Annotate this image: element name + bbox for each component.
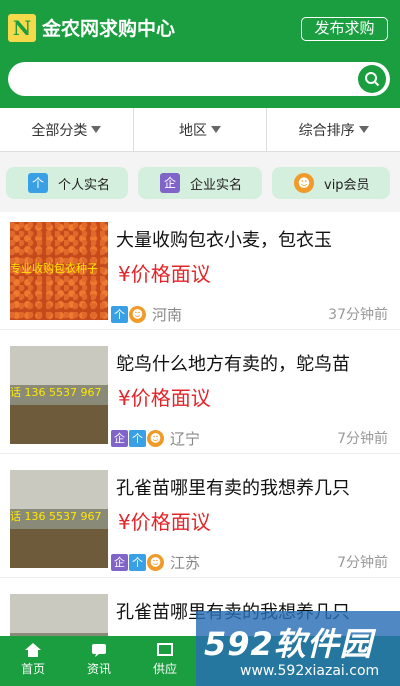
- search-input[interactable]: [8, 62, 390, 96]
- thumbnail-caption: 专业收购包衣种子: [10, 262, 98, 275]
- personal-badge-icon: 个: [129, 430, 146, 447]
- listing-region: 辽宁: [170, 430, 201, 448]
- listing-region: 河南: [152, 306, 183, 324]
- listing-price: ¥价格面议: [118, 262, 211, 286]
- supply-icon: [157, 643, 173, 656]
- nav-supply[interactable]: 供应: [132, 636, 198, 686]
- caret-down-icon: [91, 126, 102, 133]
- vip-medal-icon: ☻: [294, 173, 314, 193]
- listing-time: 37分钟前: [328, 307, 388, 323]
- list-item[interactable]: 专业收购包衣种子 大量收购包衣小麦，包衣玉 ¥价格面议 个 ☻ 河南 37分钟前: [0, 212, 400, 330]
- list-item[interactable]: 话 136 5537 967 鸵鸟什么地方有卖的，鸵鸟苗 ¥价格面议 企 个 ☻…: [0, 336, 400, 454]
- watermark-url: www.592xiazai.com: [240, 663, 380, 679]
- news-icon: [92, 644, 106, 657]
- company-badge-icon: 企: [111, 554, 128, 571]
- app-title: 金农网求购中心: [42, 18, 176, 40]
- listing-time: 7分钟前: [337, 555, 388, 571]
- listing-title: 大量收购包衣小麦，包衣玉: [116, 230, 332, 251]
- listing-region: 江苏: [170, 554, 201, 572]
- search-button[interactable]: [358, 65, 386, 93]
- search-icon: [365, 72, 380, 87]
- filter-sort[interactable]: 综合排序: [267, 108, 400, 151]
- publish-request-button[interactable]: 发布求购: [301, 17, 388, 41]
- filter-bar: 全部分类 地区 综合排序: [0, 108, 400, 152]
- watermark-title: 592软件园: [204, 625, 373, 663]
- listing-badges: 个 ☻ 河南: [111, 304, 182, 325]
- caret-down-icon: [211, 126, 221, 133]
- nav-news[interactable]: 资讯: [66, 636, 132, 686]
- logo: N: [8, 14, 36, 42]
- thumbnail-caption: 话 136 5537 967: [10, 510, 102, 523]
- thumbnail-caption: 话 136 5537 967: [10, 386, 102, 399]
- listing-thumbnail: 话 136 5537 967: [10, 470, 108, 568]
- filter-region[interactable]: 地区: [134, 108, 268, 151]
- listing-price: ¥价格面议: [118, 510, 211, 534]
- home-icon: [25, 643, 41, 657]
- chip-label: vip会员: [324, 177, 370, 193]
- company-badge-icon: 企: [111, 430, 128, 447]
- caret-down-icon: [358, 126, 369, 133]
- listing-badges: 企 个 ☻ 辽宁: [111, 428, 200, 449]
- vip-medal-icon: ☻: [147, 554, 164, 571]
- filter-region-label: 地区: [179, 122, 207, 139]
- vip-medal-icon: ☻: [147, 430, 164, 447]
- listing-title: 孔雀苗哪里有卖的我想养几只: [116, 478, 350, 499]
- listing-time: 7分钟前: [337, 431, 388, 447]
- header: N 金农网求购中心 发布求购: [0, 0, 400, 108]
- filter-category[interactable]: 全部分类: [0, 108, 134, 151]
- vip-medal-icon: ☻: [129, 306, 146, 323]
- nav-label: 供应: [152, 662, 177, 676]
- listing-thumbnail: 话 136 5537 967: [10, 346, 108, 444]
- chip-vip-member[interactable]: ☻ vip会员: [272, 167, 390, 199]
- listing-price: ¥价格面议: [118, 386, 211, 410]
- listing-badges: 企 个 ☻ 江苏: [111, 552, 200, 573]
- list-item[interactable]: 话 136 5537 967 孔雀苗哪里有卖的我想养几只 ¥价格面议 企 个 ☻…: [0, 460, 400, 578]
- nav-home[interactable]: 首页: [0, 636, 66, 686]
- personal-badge-icon: 个: [129, 554, 146, 571]
- filter-category-label: 全部分类: [31, 122, 88, 139]
- listing-title: 鸵鸟什么地方有卖的，鸵鸟苗: [116, 354, 350, 375]
- nav-label: 首页: [20, 662, 45, 676]
- chip-label: 企业实名: [190, 177, 243, 193]
- company-badge-icon: 企: [160, 173, 180, 193]
- listing-thumbnail: 专业收购包衣种子: [10, 222, 108, 320]
- filter-sort-label: 综合排序: [298, 122, 355, 139]
- nav-label: 资讯: [86, 662, 111, 676]
- watermark-overlay: 592软件园 www.592xiazai.com: [196, 611, 400, 686]
- personal-badge-icon: 个: [28, 173, 48, 193]
- member-type-bar: 个 个人实名 企 企业实名 ☻ vip会员: [0, 152, 400, 212]
- personal-badge-icon: 个: [111, 306, 128, 323]
- chip-personal-verified[interactable]: 个 个人实名: [6, 167, 128, 199]
- chip-company-verified[interactable]: 企 企业实名: [138, 167, 262, 199]
- chip-label: 个人实名: [58, 177, 111, 193]
